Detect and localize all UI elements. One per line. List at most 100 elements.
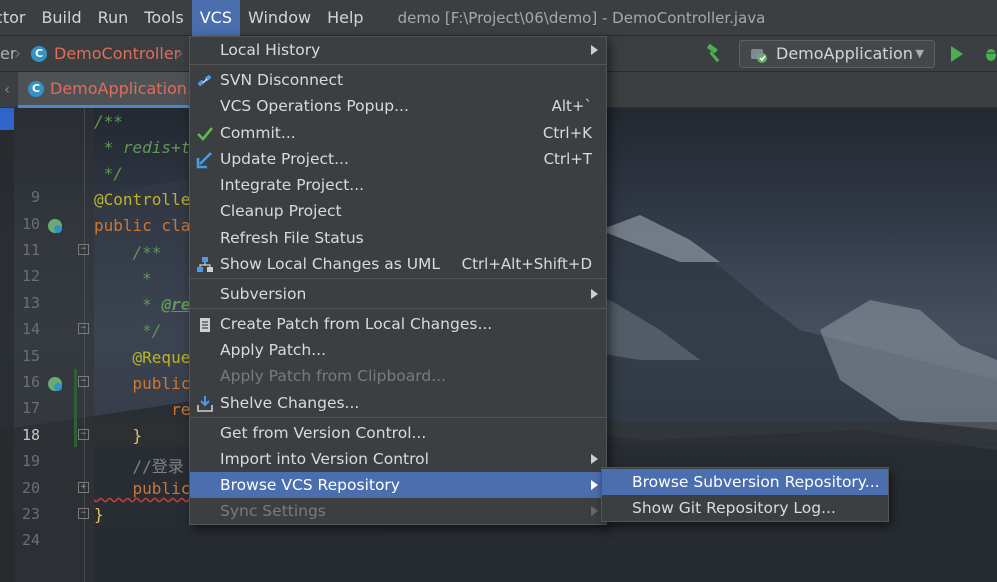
spring-bean-icon[interactable] <box>47 218 63 234</box>
class-icon: C <box>31 46 47 62</box>
fold-marker-icon[interactable] <box>78 429 89 440</box>
breadcrumb-separator-icon: › <box>14 43 22 64</box>
line-number: 17 <box>21 399 40 417</box>
menu-item-local-history[interactable]: Local History <box>190 37 606 63</box>
fold-marker-icon[interactable] <box>78 508 89 519</box>
menu-item-label: Import into Version Control <box>220 450 429 468</box>
menu-item-vcs-operations-popup[interactable]: VCS Operations Popup... Alt+` <box>190 93 606 119</box>
vcs-dropdown-menu: Local History SVN Disconnect VCS Operati… <box>189 36 607 525</box>
code-line: */ <box>94 164 123 183</box>
code-line: @Reque <box>94 348 191 367</box>
breadcrumb-current[interactable]: DemoController <box>54 36 180 72</box>
menu-item-cleanup-project[interactable]: Cleanup Project <box>190 198 606 224</box>
code-line: /** <box>94 243 162 262</box>
class-icon: C <box>28 81 44 97</box>
svn-disconnect-icon <box>197 74 212 87</box>
menu-item-label: Create Patch from Local Changes... <box>220 315 493 333</box>
menu-item-label: Commit... <box>220 124 296 142</box>
submenu-arrow-icon <box>591 480 598 490</box>
submenu-arrow-icon <box>591 506 598 516</box>
menu-item-integrate-project[interactable]: Integrate Project... <box>190 172 606 198</box>
menu-vcs[interactable]: VCS <box>191 0 240 36</box>
menu-item-label: SVN Disconnect <box>220 71 344 89</box>
menu-item-import-into-vcs[interactable]: Import into Version Control <box>190 446 606 472</box>
menu-separator <box>190 64 606 65</box>
fold-marker-icon[interactable] <box>78 482 89 493</box>
menu-refactor[interactable]: ctor <box>0 0 33 36</box>
menu-item-commit[interactable]: Commit... Ctrl+K <box>190 120 606 146</box>
menu-item-shelve-changes[interactable]: Shelve Changes... <box>190 390 606 416</box>
code-line: */ <box>94 321 162 340</box>
menu-item-svn-disconnect[interactable]: SVN Disconnect <box>190 67 606 93</box>
code-line: } <box>94 426 143 445</box>
code-token: * <box>94 295 162 314</box>
menu-item-label: Apply Patch... <box>220 341 327 359</box>
menu-item-apply-patch[interactable]: Apply Patch... <box>190 337 606 363</box>
menu-item-sync-settings: Sync Settings <box>190 498 606 524</box>
menu-build[interactable]: Build <box>33 0 89 36</box>
line-number-current: 18 <box>21 426 40 444</box>
chevron-down-icon: ▼ <box>915 47 924 60</box>
menu-item-refresh-file-status[interactable]: Refresh File Status <box>190 225 606 251</box>
menu-item-label: Show Local Changes as UML <box>220 255 441 273</box>
menu-item-label: Shelve Changes... <box>220 394 360 412</box>
tool-window-active-marker[interactable] <box>0 108 14 130</box>
code-line: * redis+t <box>94 138 191 157</box>
breadcrumb-separator-icon: › <box>176 43 184 64</box>
menu-item-label: Local History <box>220 41 321 59</box>
tab-demoapplication[interactable]: C DemoApplication.ja <box>18 72 208 108</box>
line-number: 13 <box>21 294 40 312</box>
code-line: public <box>94 374 191 393</box>
menu-item-update-project[interactable]: Update Project... Ctrl+T <box>190 146 606 172</box>
line-number: 12 <box>21 267 40 285</box>
code-line: * <box>94 269 152 288</box>
line-number: 11 <box>21 241 40 259</box>
menu-item-browse-vcs-repository[interactable]: Browse VCS Repository <box>190 472 606 498</box>
vcs-change-marker <box>74 369 77 447</box>
menu-item-label: Sync Settings <box>220 502 326 520</box>
submenu-item-browse-subversion[interactable]: Browse Subversion Repository... <box>602 469 888 495</box>
menu-run[interactable]: Run <box>90 0 137 36</box>
line-number: 24 <box>21 531 40 549</box>
menu-item-shortcut: Alt+` <box>551 97 592 115</box>
submenu-arrow-icon <box>591 454 598 464</box>
line-number: 20 <box>21 479 40 497</box>
menu-item-show-local-changes-uml[interactable]: Show Local Changes as UML Ctrl+Alt+Shift… <box>190 251 606 277</box>
menu-separator <box>190 278 606 279</box>
window-title: demo [F:\Project\06\demo] - DemoControll… <box>397 8 766 27</box>
menu-item-label: Show Git Repository Log... <box>632 499 836 517</box>
fold-marker-icon[interactable] <box>78 376 89 387</box>
menu-item-apply-patch-clipboard: Apply Patch from Clipboard... <box>190 363 606 389</box>
debug-bug-icon[interactable] <box>982 45 997 63</box>
menu-item-create-patch[interactable]: Create Patch from Local Changes... <box>190 311 606 337</box>
tab-scroll-left-icon[interactable]: ‹ <box>0 72 14 108</box>
line-number: 14 <box>21 320 40 338</box>
menu-item-label: Cleanup Project <box>220 202 342 220</box>
spring-mapping-icon[interactable] <box>47 376 63 392</box>
build-hammer-icon[interactable] <box>704 44 724 64</box>
submenu-item-show-git-log[interactable]: Show Git Repository Log... <box>602 495 888 521</box>
patch-icon <box>200 318 210 332</box>
run-config-dropdown[interactable]: DemoApplication ▼ <box>739 40 935 68</box>
fold-marker-icon[interactable] <box>78 323 89 334</box>
menu-item-subversion[interactable]: Subversion <box>190 281 606 307</box>
menu-help[interactable]: Help <box>319 0 371 36</box>
tool-window-strip <box>0 108 14 582</box>
line-number: 16 <box>21 373 40 391</box>
menu-item-shortcut: Ctrl+T <box>543 150 592 168</box>
fold-marker-icon[interactable] <box>78 244 89 255</box>
menu-tools[interactable]: Tools <box>136 0 191 36</box>
menu-item-shortcut: Ctrl+K <box>542 124 592 142</box>
menu-item-label: Apply Patch from Clipboard... <box>220 367 446 385</box>
shelve-icon <box>197 396 213 412</box>
run-play-icon[interactable] <box>951 46 963 62</box>
menu-item-label: Refresh File Status <box>220 229 364 247</box>
checkmark-icon <box>197 127 214 141</box>
line-number: 19 <box>21 452 40 470</box>
menu-window[interactable]: Window <box>240 0 319 36</box>
menu-item-get-from-vcs[interactable]: Get from Version Control... <box>190 420 606 446</box>
line-number: 10 <box>21 215 40 233</box>
line-number: 9 <box>30 188 40 206</box>
menu-item-shortcut: Ctrl+Alt+Shift+D <box>461 255 592 273</box>
submenu-arrow-icon <box>591 45 598 55</box>
